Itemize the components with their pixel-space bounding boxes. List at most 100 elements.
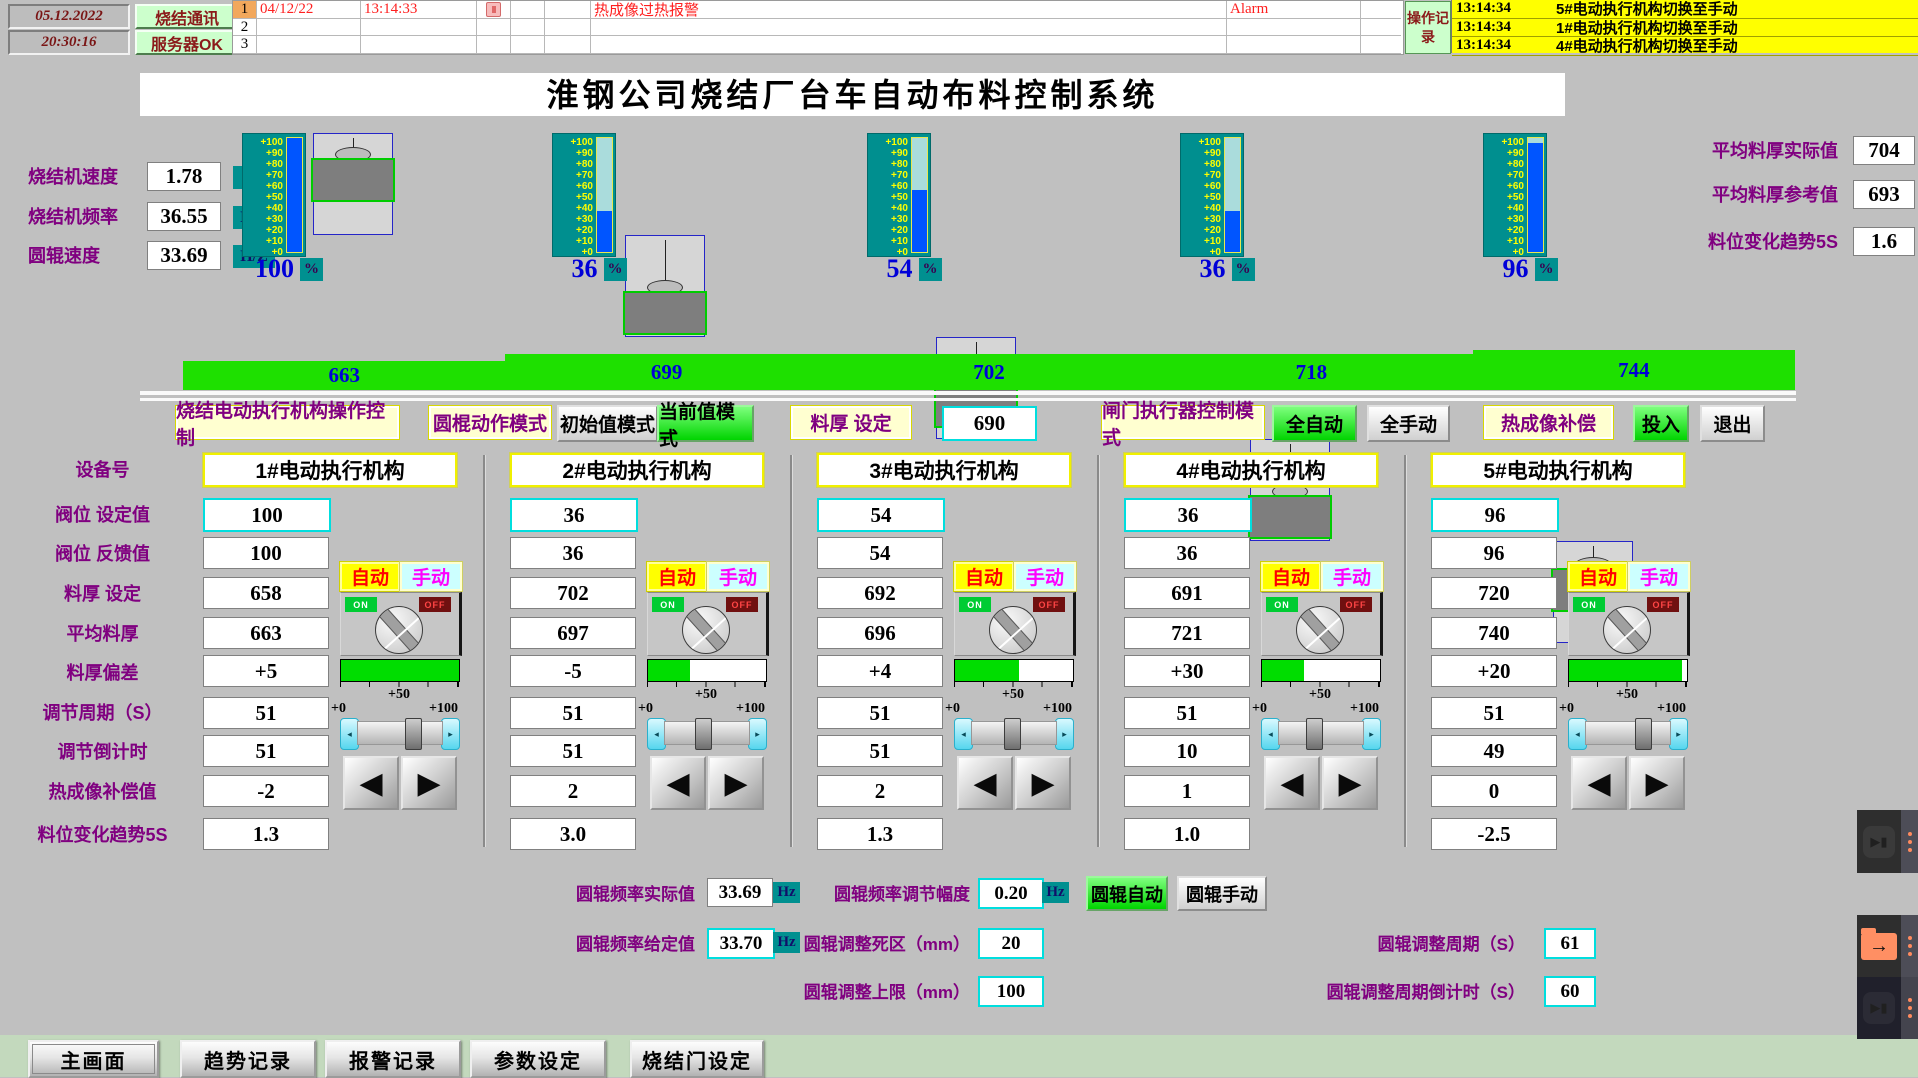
gauge-tick-label: +90 — [245, 148, 283, 159]
manual-mode-button[interactable]: 手动 — [1628, 562, 1690, 591]
auto-mode-button[interactable]: 自动 — [340, 562, 400, 591]
auto-mode-button[interactable]: 自动 — [647, 562, 707, 591]
valve-setpoint-input[interactable]: 96 — [1431, 498, 1559, 532]
operation-log-row: 13:14:341#电动执行机构切换至手动 — [1452, 19, 1918, 38]
slider-thumb[interactable] — [695, 718, 712, 750]
overlay-tile-3[interactable]: ▶▮ — [1857, 977, 1918, 1039]
nav-parameter-set-button[interactable]: 参数设定 — [470, 1040, 606, 1078]
page-title: 淮钢公司烧结厂台车自动布料控制系统 — [140, 73, 1565, 117]
thickness-set-input[interactable]: 690 — [942, 406, 1037, 441]
slider-thumb[interactable] — [405, 718, 422, 750]
server-status-button[interactable]: 服务器OK — [135, 30, 239, 55]
gate-position-gauge: +100+90+80+70+60+50+40+30+20+10+0 — [867, 133, 931, 257]
manual-mode-button[interactable]: 手动 — [400, 562, 462, 591]
decrease-button[interactable]: ◀ — [343, 756, 399, 810]
selector-knob[interactable] — [682, 606, 730, 654]
selector-knob[interactable] — [1603, 606, 1651, 654]
slider-track[interactable] — [1585, 721, 1671, 745]
roller-adj-step-input[interactable]: 0.20 — [978, 878, 1044, 909]
valve-slider[interactable]: ◂▸ — [647, 718, 765, 748]
decrease-button[interactable]: ◀ — [957, 756, 1013, 810]
current-value-mode-button[interactable]: 当前值模式 — [657, 405, 754, 442]
increase-button[interactable]: ▶ — [401, 756, 457, 810]
sinter-comm-button[interactable]: 烧结通讯 — [135, 4, 239, 29]
auto-mode-button[interactable]: 自动 — [1261, 562, 1321, 591]
slider-thumb[interactable] — [1635, 718, 1652, 750]
valve-setpoint-input[interactable]: 36 — [510, 498, 638, 532]
auto-mode-button[interactable]: 自动 — [954, 562, 1014, 591]
off-indicator: OFF — [1340, 597, 1372, 612]
gauge-tick-label: +70 — [555, 170, 593, 181]
valve-position-bar — [647, 659, 767, 682]
selector-knob[interactable] — [1296, 606, 1344, 654]
increase-button[interactable]: ▶ — [708, 756, 764, 810]
overlay-tile-1-menu[interactable] — [1901, 810, 1918, 873]
off-indicator: OFF — [1033, 597, 1065, 612]
overlay-tile-2-menu[interactable] — [1901, 915, 1918, 977]
increase-button[interactable]: ▶ — [1015, 756, 1071, 810]
decrease-button[interactable]: ◀ — [1571, 756, 1627, 810]
selector-knob[interactable] — [375, 606, 423, 654]
value-display: +5 — [203, 655, 329, 687]
engage-button[interactable]: 投入 — [1633, 405, 1689, 442]
nav-trend-record-button[interactable]: 趋势记录 — [180, 1040, 316, 1078]
gauge-tick-label: +60 — [870, 181, 908, 192]
roller-cycle-input[interactable]: 61 — [1544, 928, 1596, 959]
manual-mode-button[interactable]: 手动 — [1321, 562, 1383, 591]
valve-slider[interactable]: ◂▸ — [954, 718, 1072, 748]
full-manual-button[interactable]: 全手动 — [1367, 405, 1450, 442]
overlay-tile-2-body[interactable]: → — [1857, 915, 1901, 977]
actuator-control-button[interactable]: 烧结电动执行机构操作控制 — [175, 405, 400, 440]
slider-right-arrow[interactable]: ▸ — [748, 718, 767, 750]
slider-thumb[interactable] — [1306, 718, 1323, 750]
nav-main-screen-button[interactable]: 主画面 — [28, 1040, 159, 1078]
initial-value-mode-button[interactable]: 初始值模式 — [557, 405, 658, 442]
slider-thumb[interactable] — [1004, 718, 1021, 750]
value-display: -2.5 — [1431, 818, 1557, 850]
gauge-tick-label: +30 — [245, 214, 283, 225]
roller-countdown-value[interactable]: 60 — [1544, 976, 1596, 1007]
increase-button[interactable]: ▶ — [1629, 756, 1685, 810]
auto-mode-button[interactable]: 自动 — [1568, 562, 1628, 591]
overlay-tile-1[interactable]: ▶▮ — [1857, 810, 1918, 873]
roller-upper-limit-input[interactable]: 100 — [978, 976, 1044, 1007]
valve-setpoint-input[interactable]: 36 — [1124, 498, 1252, 532]
valve-slider[interactable]: ◂▸ — [1261, 718, 1379, 748]
gate-block — [623, 291, 707, 335]
roller-freq-set-input[interactable]: 33.70 — [707, 928, 775, 959]
overlay-tile-3-body[interactable]: ▶▮ — [1857, 977, 1901, 1039]
roller-deadband-input[interactable]: 20 — [978, 928, 1044, 959]
nav-alarm-record-button[interactable]: 报警记录 — [325, 1040, 461, 1078]
overlay-tile-1-body[interactable]: ▶▮ — [1857, 810, 1901, 873]
slider-right-arrow[interactable]: ▸ — [1669, 718, 1688, 750]
operation-log-row: 13:14:345#电动执行机构切换至手动 — [1452, 0, 1918, 19]
roller-manual-button[interactable]: 圆辊手动 — [1177, 876, 1267, 911]
manual-mode-button[interactable]: 手动 — [1014, 562, 1076, 591]
nav-sinter-door-button[interactable]: 烧结门设定 — [630, 1040, 764, 1078]
valve-slider[interactable]: ◂▸ — [340, 718, 458, 748]
mode-switch-panel: ONOFF — [954, 592, 1076, 656]
slider-track[interactable] — [357, 721, 443, 745]
slider-right-arrow[interactable]: ▸ — [1362, 718, 1381, 750]
overlay-tile-2[interactable]: → — [1857, 915, 1918, 977]
valve-slider[interactable]: ◂▸ — [1568, 718, 1686, 748]
roller-auto-button[interactable]: 圆辊自动 — [1086, 876, 1168, 911]
overlay-tile-3-menu[interactable] — [1901, 977, 1918, 1039]
value-display: 51 — [203, 697, 329, 729]
slider-right-arrow[interactable]: ▸ — [1055, 718, 1074, 750]
operation-log-message: 5#电动执行机构切换至手动 — [1552, 0, 1918, 18]
selector-knob[interactable] — [989, 606, 1037, 654]
valve-setpoint-input[interactable]: 100 — [203, 498, 331, 532]
slider-right-arrow[interactable]: ▸ — [441, 718, 460, 750]
decrease-button[interactable]: ◀ — [1264, 756, 1320, 810]
roller-action-mode-button[interactable]: 圆棍动作模式 — [428, 405, 552, 440]
alarm-icon-cell — [477, 19, 511, 37]
alarm-date-cell: 04/12/22 — [257, 1, 361, 19]
full-auto-button[interactable]: 全自动 — [1272, 405, 1357, 442]
valve-setpoint-input[interactable]: 54 — [817, 498, 945, 532]
manual-mode-button[interactable]: 手动 — [707, 562, 769, 591]
decrease-button[interactable]: ◀ — [650, 756, 706, 810]
exit-button[interactable]: 退出 — [1700, 405, 1765, 442]
increase-button[interactable]: ▶ — [1322, 756, 1378, 810]
value-display: 51 — [203, 735, 329, 767]
